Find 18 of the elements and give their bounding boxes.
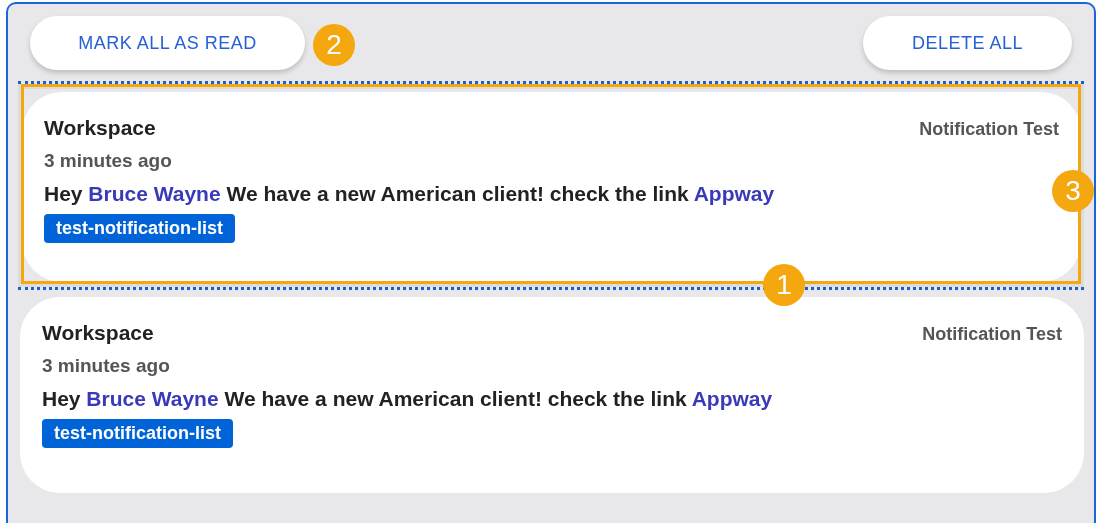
app-link[interactable]: Appway [693,182,775,205]
notification-title: Workspace [42,321,154,345]
app-link[interactable]: Appway [691,387,773,410]
user-link[interactable]: Bruce Wayne [86,387,219,410]
notification-source: Notification Test [919,119,1059,140]
notification-title: Workspace [44,116,156,140]
notification-tag: test-notification-list [44,214,235,243]
callout-badge: 3 [1052,170,1094,212]
notification-time: 3 minutes ago [44,150,173,172]
user-link[interactable]: Bruce Wayne [88,182,221,205]
delete-all-button[interactable]: DELETE ALL [863,16,1072,70]
notification-source: Notification Test [922,324,1062,345]
notification-card[interactable]: Workspace Notification Test 3 minutes ago Hey Bruce Wayne We have a new American client! check the link Appway test-notification-list [20,297,1084,493]
callout-badge: 2 [313,24,355,66]
notification-time: 3 minutes ago [42,355,171,377]
notification-message: Hey Bruce Wayne We have a new American client! check the link Appway [42,387,774,411]
notification-tag: test-notification-list [42,419,233,448]
mark-all-read-button[interactable]: MARK ALL AS READ [30,16,305,70]
